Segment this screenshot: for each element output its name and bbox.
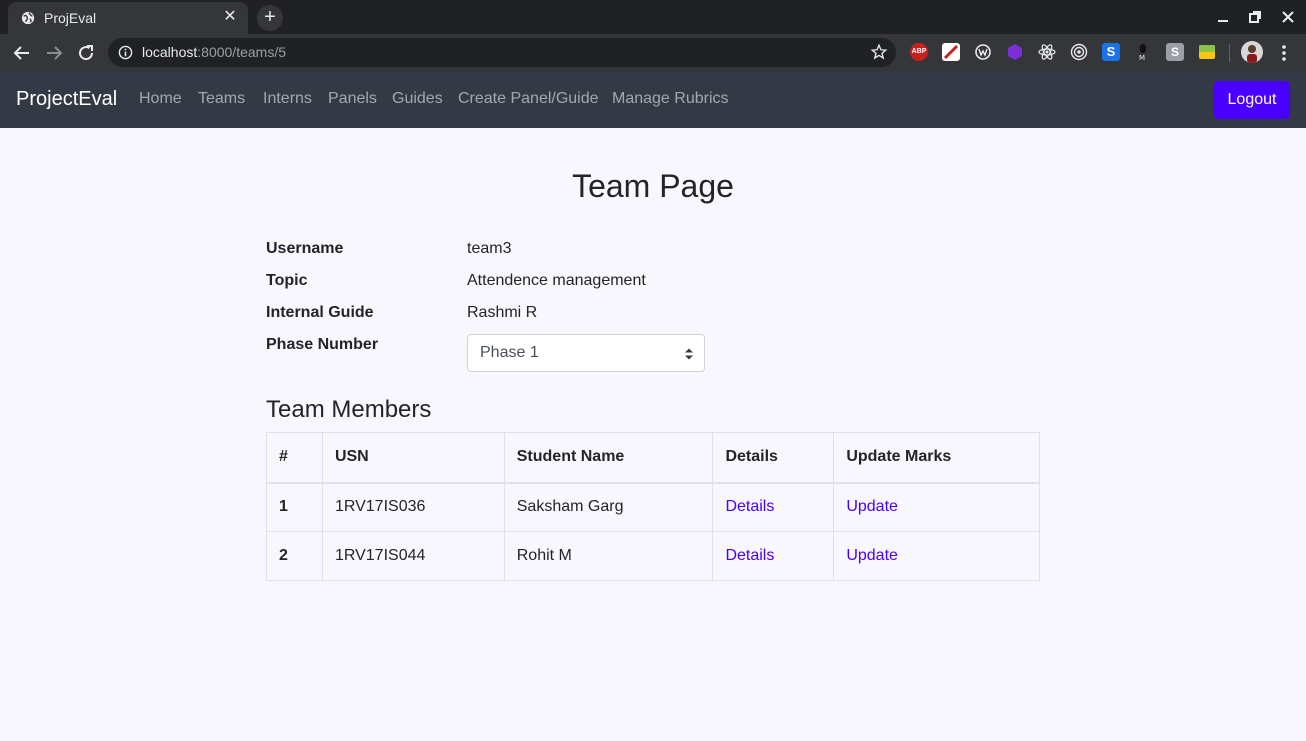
- details-cell: Details: [712, 482, 835, 532]
- close-window-icon[interactable]: [1279, 8, 1297, 26]
- nav-link-teams[interactable]: Teams: [198, 90, 245, 108]
- close-tab-icon[interactable]: ✕: [222, 9, 238, 25]
- purple-extension-icon[interactable]: [1006, 43, 1024, 61]
- browser-tab-bar: ProjEval ✕ +: [0, 0, 1306, 34]
- row-number: 2: [266, 531, 323, 581]
- topic-label: Topic: [266, 272, 308, 289]
- tab-title: ProjEval: [44, 10, 97, 26]
- restore-icon[interactable]: [1246, 8, 1264, 26]
- column-header-number: #: [266, 432, 323, 484]
- react-devtools-icon[interactable]: [1038, 43, 1056, 61]
- reload-icon[interactable]: [74, 41, 98, 65]
- details-link[interactable]: Details: [725, 547, 774, 564]
- team-members-table: # USN Student Name Details Update Marks …: [266, 432, 1040, 581]
- column-header-usn: USN: [321, 432, 505, 484]
- nav-link-interns[interactable]: Interns: [263, 90, 312, 108]
- select-arrows-icon: [685, 348, 693, 360]
- w-extension-icon[interactable]: [974, 43, 992, 61]
- nav-link-manage-rubrics[interactable]: Manage Rubrics: [612, 90, 729, 108]
- student-name-cell: Saksham Garg: [503, 482, 714, 532]
- brand-logo[interactable]: ProjectEval: [16, 88, 117, 111]
- svg-text:M: M: [1139, 54, 1145, 61]
- url-text: localhost:8000/teams/5: [142, 44, 286, 60]
- phase-select-value: Phase 1: [480, 344, 539, 361]
- s-extension-icon[interactable]: S: [1102, 43, 1120, 61]
- extension-icon[interactable]: [942, 43, 960, 61]
- toolbar-divider: [1229, 44, 1230, 62]
- info-icon[interactable]: [118, 45, 133, 60]
- m-extension-icon[interactable]: M: [1134, 43, 1152, 62]
- browser-toolbar: localhost:8000/teams/5 ABP S M S: [0, 34, 1306, 72]
- update-link[interactable]: Update: [846, 498, 898, 515]
- page-title: Team Page: [572, 168, 734, 204]
- adblock-extension-icon[interactable]: ABP: [910, 43, 928, 61]
- address-bar[interactable]: localhost:8000/teams/5: [108, 38, 896, 67]
- team-members-title: Team Members: [266, 396, 432, 423]
- table-row: 2 1RV17IS044 Rohit M Details Update: [266, 531, 1040, 581]
- phase-number-label: Phase Number: [266, 336, 379, 353]
- usn-cell: 1RV17IS036: [321, 482, 505, 532]
- details-link[interactable]: Details: [725, 498, 774, 515]
- username-value: team3: [467, 240, 512, 257]
- nav-link-home[interactable]: Home: [139, 90, 182, 108]
- table-row: 1 1RV17IS036 Saksham Garg Details Update: [266, 482, 1040, 532]
- update-cell: Update: [833, 531, 1040, 581]
- details-cell: Details: [712, 531, 835, 581]
- update-cell: Update: [833, 482, 1040, 532]
- column-header-details: Details: [712, 432, 835, 484]
- globe-icon: [21, 11, 35, 25]
- usn-cell: 1RV17IS044: [321, 531, 505, 581]
- bookmark-star-icon[interactable]: [870, 43, 888, 61]
- more-menu-icon[interactable]: [1276, 43, 1292, 63]
- nav-link-create-panel-guide[interactable]: Create Panel/Guide: [458, 90, 599, 108]
- green-extension-icon[interactable]: [1198, 43, 1216, 61]
- new-tab-button[interactable]: +: [257, 5, 283, 31]
- logout-button[interactable]: Logout: [1214, 81, 1290, 119]
- back-icon[interactable]: [10, 41, 34, 65]
- table-header-row: # USN Student Name Details Update Marks: [266, 432, 1040, 484]
- student-name-cell: Rohit M: [503, 531, 714, 581]
- internal-guide-label: Internal Guide: [266, 304, 374, 321]
- profile-avatar[interactable]: [1241, 41, 1263, 63]
- column-header-student-name: Student Name: [503, 432, 714, 484]
- nav-link-panels[interactable]: Panels: [328, 90, 377, 108]
- nav-link-guides[interactable]: Guides: [392, 90, 443, 108]
- column-header-update-marks: Update Marks: [833, 432, 1040, 484]
- topic-value: Attendence management: [467, 272, 646, 289]
- username-label: Username: [266, 240, 344, 257]
- update-link[interactable]: Update: [846, 547, 898, 564]
- minimize-icon[interactable]: [1214, 8, 1232, 26]
- gray-s-extension-icon[interactable]: S: [1166, 43, 1184, 61]
- row-number: 1: [266, 482, 323, 532]
- forward-icon[interactable]: [42, 41, 66, 65]
- app-navbar: ProjectEval Home Teams Interns Panels Gu…: [0, 72, 1306, 128]
- target-extension-icon[interactable]: [1070, 43, 1088, 61]
- browser-tab[interactable]: ProjEval ✕: [8, 2, 248, 34]
- internal-guide-value: Rashmi R: [467, 304, 538, 321]
- phase-select[interactable]: Phase 1: [467, 334, 705, 372]
